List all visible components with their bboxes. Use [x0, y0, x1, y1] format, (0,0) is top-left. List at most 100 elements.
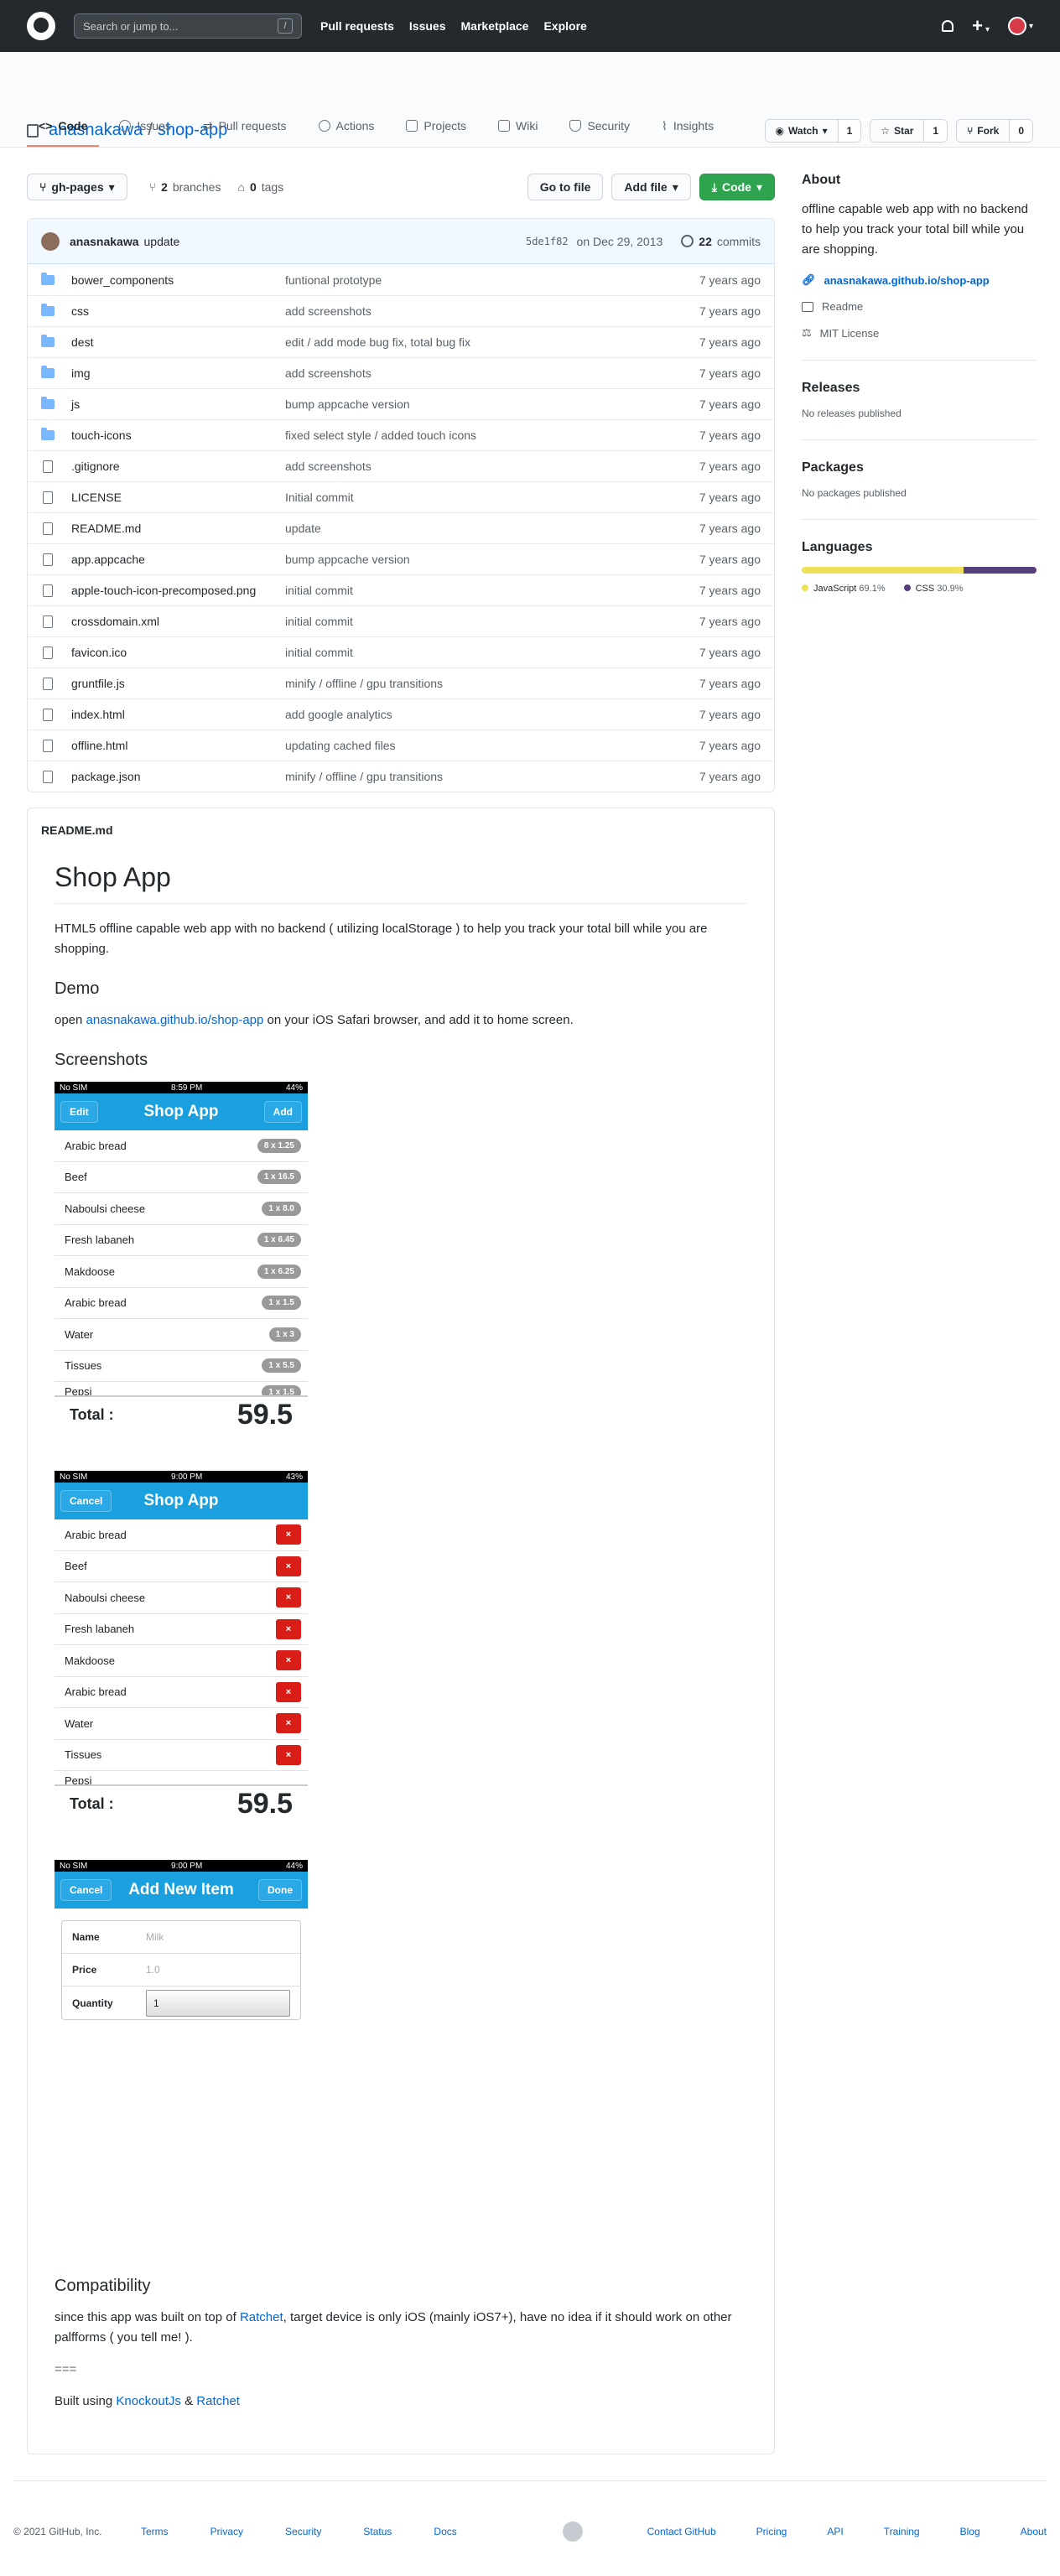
file-name-link[interactable]: js — [71, 397, 285, 411]
file-commit-message[interactable]: fixed select style / added touch icons — [285, 428, 660, 442]
commits-link[interactable]: 22 commits — [681, 235, 761, 248]
tab-code[interactable]: <> Code — [27, 106, 100, 147]
tab-actions[interactable]: Actions — [307, 106, 387, 147]
file-row[interactable]: favicon.ico initial commit 7 years ago — [28, 636, 774, 667]
file-commit-message[interactable]: add google analytics — [285, 708, 660, 721]
file-name-link[interactable]: offline.html — [71, 739, 285, 752]
file-name-link[interactable]: favicon.ico — [71, 646, 285, 659]
nav-explore[interactable]: Explore — [543, 19, 586, 33]
footer-link-security[interactable]: Security — [285, 2526, 321, 2537]
code-download-button[interactable]: ⤓ Code ▾ — [699, 174, 775, 200]
fork-button[interactable]: ⑂ Fork — [957, 120, 1011, 142]
file-row[interactable]: img add screenshots 7 years ago — [28, 357, 774, 388]
fork-count[interactable]: 0 — [1010, 120, 1032, 142]
readme-link[interactable]: Readme — [802, 300, 1037, 313]
footer-link-pricing[interactable]: Pricing — [756, 2526, 787, 2537]
search-input[interactable]: Search or jump to... / — [74, 13, 302, 39]
file-name-link[interactable]: touch-icons — [71, 428, 285, 442]
language-item[interactable]: CSS 30.9% — [903, 584, 963, 594]
file-name-link[interactable]: css — [71, 304, 285, 318]
footer-link-api[interactable]: API — [827, 2526, 843, 2537]
demo-link[interactable]: anasnakawa.github.io/shop-app — [86, 1013, 264, 1027]
file-commit-message[interactable]: initial commit — [285, 646, 660, 659]
star-button[interactable]: ☆ Star — [870, 120, 925, 142]
commit-sha[interactable]: 5de1f82 — [526, 236, 569, 247]
file-commit-message[interactable]: initial commit — [285, 615, 660, 628]
bell-icon[interactable] — [942, 20, 954, 32]
file-row[interactable]: crossdomain.xml initial commit 7 years ago — [28, 605, 774, 636]
file-name-link[interactable]: gruntfile.js — [71, 677, 285, 690]
file-row[interactable]: offline.html updating cached files 7 years… — [28, 730, 774, 761]
file-name-link[interactable]: apple-touch-icon-precomposed.png — [71, 584, 285, 597]
file-name-link[interactable]: package.json — [71, 770, 285, 783]
avatar[interactable] — [41, 231, 60, 251]
file-commit-message[interactable]: bump appcache version — [285, 553, 660, 566]
file-name-link[interactable]: crossdomain.xml — [71, 615, 285, 628]
releases-heading[interactable]: Releases — [802, 381, 1037, 396]
github-mark-icon[interactable] — [563, 2521, 584, 2542]
footer-link-terms[interactable]: Terms — [141, 2526, 169, 2537]
tab-insights[interactable]: ⌇ Insights — [650, 106, 725, 147]
file-commit-message[interactable]: add screenshots — [285, 460, 660, 473]
add-file-button[interactable]: Add file ▾ — [611, 174, 691, 200]
footer-link-privacy[interactable]: Privacy — [210, 2526, 243, 2537]
file-row[interactable]: package.json minify / offline / gpu trans… — [28, 761, 774, 792]
file-row[interactable]: bower_components funtional prototype 7 yea… — [28, 264, 774, 295]
file-name-link[interactable]: bower_components — [71, 273, 285, 287]
file-commit-message[interactable]: updating cached files — [285, 739, 660, 752]
language-item[interactable]: JavaScript 69.1% — [802, 584, 886, 594]
nav-issues[interactable]: Issues — [409, 19, 446, 33]
create-new-menu[interactable]: + ▾ — [972, 17, 990, 35]
ratchet-link[interactable]: Ratchet — [240, 2310, 283, 2324]
ratchet-link[interactable]: Ratchet — [196, 2394, 240, 2408]
file-commit-message[interactable]: minify / offline / gpu transitions — [285, 677, 660, 690]
file-commit-message[interactable]: funtional prototype — [285, 273, 660, 287]
tab-security[interactable]: Security — [558, 106, 642, 147]
tab-issues[interactable]: Issues — [107, 106, 182, 147]
github-logo-icon[interactable] — [27, 12, 55, 40]
tab-wiki[interactable]: Wiki — [486, 106, 549, 147]
user-menu[interactable]: ▾ — [1007, 17, 1033, 35]
watch-count[interactable]: 1 — [838, 120, 861, 142]
footer-link-about[interactable]: About — [1021, 2526, 1047, 2537]
nav-marketplace[interactable]: Marketplace — [461, 19, 529, 33]
knockout-link[interactable]: KnockoutJs — [116, 2394, 181, 2408]
file-commit-message[interactable]: add screenshots — [285, 304, 660, 318]
license-link[interactable]: ⚖ MIT License — [802, 326, 1037, 340]
file-row[interactable]: app.appcache bump appcache version 7 years… — [28, 543, 774, 574]
footer-link-contact-github[interactable]: Contact GitHub — [647, 2526, 716, 2537]
file-row[interactable]: index.html add google analytics 7 years ag… — [28, 699, 774, 730]
file-name-link[interactable]: LICENSE — [71, 491, 285, 504]
footer-link-docs[interactable]: Docs — [434, 2526, 456, 2537]
file-commit-message[interactable]: bump appcache version — [285, 397, 660, 411]
file-row[interactable]: touch-icons fixed select style / added to… — [28, 419, 774, 450]
file-name-link[interactable]: index.html — [71, 708, 285, 721]
file-commit-message[interactable]: update — [285, 522, 660, 535]
file-row[interactable]: LICENSE Initial commit 7 years ago — [28, 481, 774, 512]
file-row[interactable]: README.md update 7 years ago — [28, 512, 774, 543]
footer-link-training[interactable]: Training — [884, 2526, 920, 2537]
tags-link[interactable]: ⌂ 0 tags — [237, 180, 283, 194]
branches-link[interactable]: ⑂ 2 branches — [149, 180, 221, 194]
footer-link-blog[interactable]: Blog — [960, 2526, 980, 2537]
file-commit-message[interactable]: minify / offline / gpu transitions — [285, 770, 660, 783]
file-commit-message[interactable]: Initial commit — [285, 491, 660, 504]
file-row[interactable]: dest edit / add mode bug fix, total bug f… — [28, 326, 774, 357]
file-commit-message[interactable]: add screenshots — [285, 366, 660, 380]
file-row[interactable]: css add screenshots 7 years ago — [28, 295, 774, 326]
branch-select-button[interactable]: ⑂ gh-pages ▾ — [27, 174, 127, 200]
nav-pull-requests[interactable]: Pull requests — [320, 19, 394, 33]
commit-author[interactable]: anasnakawa — [70, 235, 139, 248]
file-name-link[interactable]: img — [71, 366, 285, 380]
file-name-link[interactable]: .gitignore — [71, 460, 285, 473]
file-name-link[interactable]: README.md — [71, 522, 285, 535]
tab-pull-requests[interactable]: ⇄ Pull requests — [191, 106, 299, 147]
footer-link-status[interactable]: Status — [363, 2526, 392, 2537]
file-commit-message[interactable]: initial commit — [285, 584, 660, 597]
commit-message[interactable]: update — [144, 235, 180, 248]
file-row[interactable]: js bump appcache version 7 years ago — [28, 388, 774, 419]
star-count[interactable]: 1 — [924, 120, 948, 142]
packages-heading[interactable]: Packages — [802, 460, 1037, 475]
go-to-file-button[interactable]: Go to file — [527, 174, 604, 200]
website-link[interactable]: 🔗︎ anasnakawa.github.io/shop-app — [802, 273, 1037, 287]
